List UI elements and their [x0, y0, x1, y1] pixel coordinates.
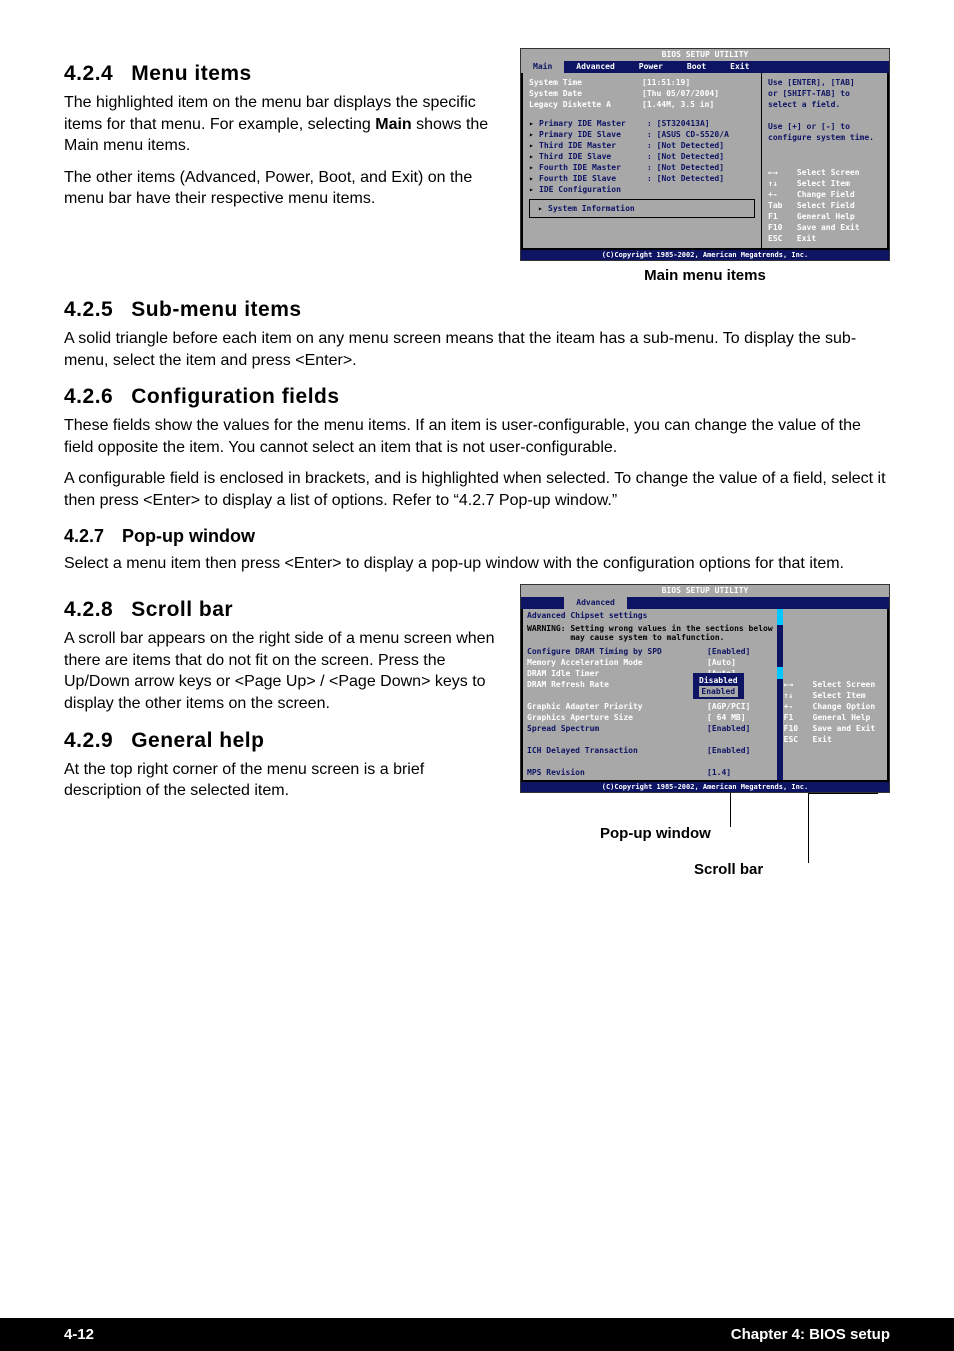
footer-page-number: 4-12	[64, 1326, 94, 1343]
submenu-caret-icon: ▸	[529, 118, 535, 129]
p-426-1: These fields show the values for the men…	[64, 415, 890, 458]
submenu-caret-icon: ▸	[529, 184, 535, 195]
warning-text: WARNING: Setting wrong values in the sec…	[523, 622, 777, 644]
field-primary-ide-slave[interactable]: Primary IDE Slave	[539, 129, 647, 140]
field-fourth-ide-slave[interactable]: Fourth IDE Slave	[539, 173, 647, 184]
val-legacy-diskette[interactable]: [1.44M, 3.5 in]	[642, 99, 755, 110]
adv-item[interactable]: Spread Spectrum	[527, 723, 707, 734]
heading-429: 4.2.9General help	[64, 729, 500, 753]
bios-title: BIOS SETUP UTILITY	[521, 49, 889, 61]
scroll-thumb[interactable]	[777, 609, 783, 625]
tab-advanced[interactable]: Advanced	[564, 61, 627, 73]
bios-menubar[interactable]: Main Advanced Power Boot Exit	[521, 61, 889, 73]
callout-line	[808, 793, 878, 794]
bios-advanced-window: BIOS SETUP UTILITY Main Advanced Advance…	[520, 584, 890, 793]
caption-main-menu-items: Main menu items	[520, 267, 890, 284]
callout-popup: Pop-up window	[600, 825, 711, 842]
field-system-time[interactable]: System Time	[529, 77, 642, 88]
callout-line	[808, 793, 809, 863]
tab-main[interactable]: Main	[521, 61, 564, 73]
field-third-ide-slave[interactable]: Third IDE Slave	[539, 151, 647, 162]
heading-425: 4.2.5Sub-menu items	[64, 298, 890, 322]
val-system-date[interactable]: [Thu 05/07/2004]	[642, 88, 755, 99]
field-legacy-diskette[interactable]: Legacy Diskette A	[529, 99, 642, 110]
callout-line	[730, 793, 731, 827]
val-system-time[interactable]: [11:51:19]	[642, 77, 755, 88]
scroll-thumb[interactable]	[777, 667, 783, 679]
submenu-caret-icon: ▸	[529, 173, 535, 184]
p-429-1: At the top right corner of the menu scre…	[64, 759, 500, 802]
popup-option-enabled[interactable]: Enabled	[699, 686, 738, 697]
heading-426: 4.2.6Configuration fields	[64, 385, 890, 409]
help-keys: ←→ Select Screen ↑↓ Select Item +- Chang…	[768, 167, 881, 244]
bios-main-window: BIOS SETUP UTILITY Main Advanced Power B…	[520, 48, 890, 261]
p-428-1: A scroll bar appears on the right side o…	[64, 628, 500, 714]
heading-427: 4.2.7Pop-up window	[64, 526, 890, 547]
advanced-heading: Advanced Chipset settings	[523, 609, 777, 622]
bios-menubar[interactable]: Main Advanced	[521, 597, 889, 609]
bios-copyright: (C)Copyright 1985-2002, American Megatre…	[521, 782, 889, 792]
callout-scrollbar: Scroll bar	[694, 861, 763, 878]
box-system-information[interactable]: ▸System Information	[529, 199, 755, 218]
field-fourth-ide-master[interactable]: Fourth IDE Master	[539, 162, 647, 173]
tab-exit[interactable]: Exit	[718, 61, 761, 73]
submenu-caret-icon: ▸	[529, 151, 535, 162]
adv-item[interactable]: Graphics Aperture Size	[527, 712, 707, 723]
p-424-2: The other items (Advanced, Power, Boot, …	[64, 167, 500, 210]
bios-title: BIOS SETUP UTILITY	[521, 585, 889, 597]
help-description: Use [ENTER], [TAB] or [SHIFT-TAB] to sel…	[768, 77, 881, 143]
adv-item[interactable]: MPS Revision	[527, 767, 707, 778]
adv-item[interactable]: DRAM Idle Timer	[527, 668, 707, 679]
adv-item[interactable]: Configure DRAM Timing by SPD	[527, 646, 707, 657]
tab-power[interactable]: Power	[627, 61, 675, 73]
submenu-caret-icon: ▸	[529, 140, 535, 151]
help-keys: ←→ Select Screen ↑↓ Select Item +- Chang…	[784, 679, 881, 745]
scroll-bar[interactable]	[777, 609, 783, 780]
adv-item[interactable]: ICH Delayed Transaction	[527, 745, 707, 756]
p-424-1: The highlighted item on the menu bar dis…	[64, 92, 500, 157]
heading-424: 4.2.4Menu items	[64, 62, 500, 86]
p-425-1: A solid triangle before each item on any…	[64, 328, 890, 371]
submenu-caret-icon: ▸	[529, 129, 535, 140]
page-footer: 4-12 Chapter 4: BIOS setup	[0, 1318, 954, 1351]
popup-option-disabled[interactable]: Disabled	[699, 675, 738, 686]
submenu-caret-icon: ▸	[529, 162, 535, 173]
field-third-ide-master[interactable]: Third IDE Master	[539, 140, 647, 151]
field-system-date[interactable]: System Date	[529, 88, 642, 99]
adv-item[interactable]: Graphic Adapter Priority	[527, 701, 707, 712]
p-426-2: A configurable field is enclosed in brac…	[64, 468, 890, 511]
tab-advanced[interactable]: Advanced	[564, 597, 627, 609]
adv-item[interactable]: DRAM Refresh Rate	[527, 679, 707, 690]
heading-428: 4.2.8Scroll bar	[64, 598, 500, 622]
bios-copyright: (C)Copyright 1985-2002, American Megatre…	[521, 250, 889, 260]
submenu-caret-icon: ▸	[538, 203, 544, 214]
tab-boot[interactable]: Boot	[675, 61, 718, 73]
footer-chapter: Chapter 4: BIOS setup	[731, 1326, 890, 1343]
adv-item[interactable]: Memory Acceleration Mode	[527, 657, 707, 668]
callout-area: Pop-up window Scroll bar	[520, 793, 890, 893]
field-primary-ide-master[interactable]: Primary IDE Master	[539, 118, 647, 129]
field-ide-configuration[interactable]: IDE Configuration	[539, 184, 755, 195]
p-427-1: Select a menu item then press <Enter> to…	[64, 553, 890, 575]
popup-window[interactable]: Disabled Enabled	[693, 673, 744, 699]
